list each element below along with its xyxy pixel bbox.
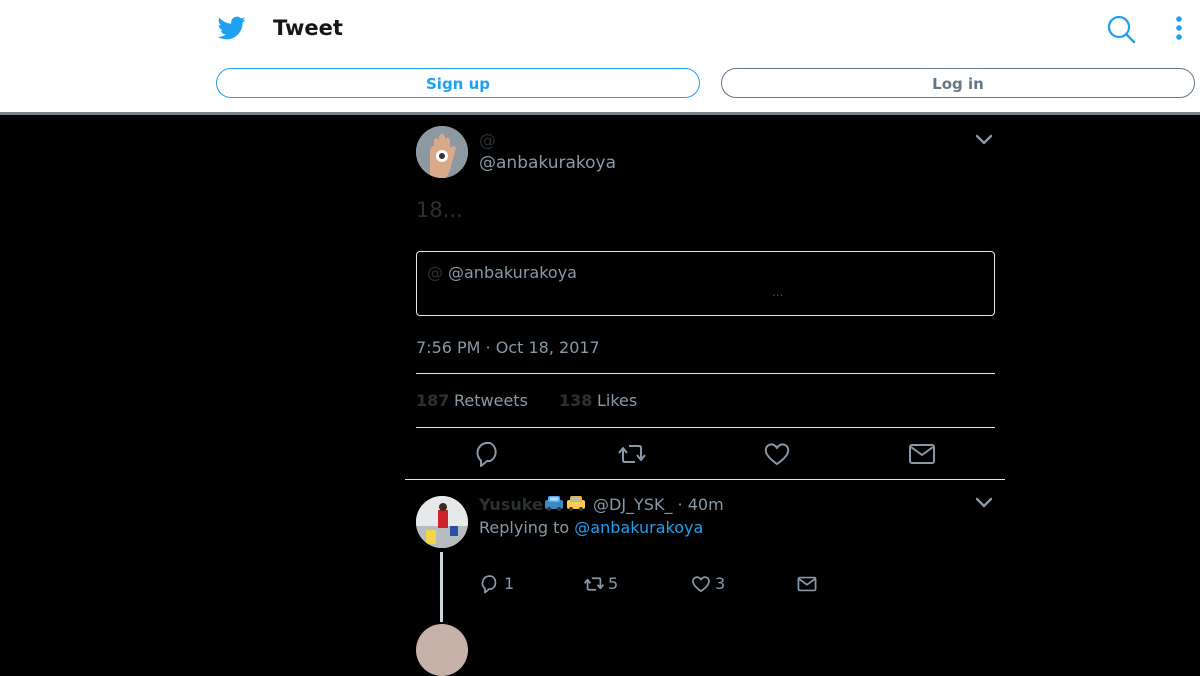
retweet-icon[interactable]: [618, 440, 646, 468]
reply-icon: [481, 574, 497, 593]
car-emoji-icon: [545, 496, 563, 511]
retweets-count[interactable]: 187: [416, 391, 449, 410]
heart-icon: [692, 575, 710, 592]
reply-author-name[interactable]: Yusuke: [479, 495, 543, 514]
sign-up-button[interactable]: Sign up: [216, 68, 700, 98]
reply-count: 1: [504, 574, 515, 593]
like-action[interactable]: 3: [691, 573, 725, 595]
heart-icon[interactable]: [763, 440, 791, 468]
replying-to-link[interactable]: @anbakurakoya: [574, 518, 703, 537]
divider: [416, 373, 995, 374]
avatar[interactable]: [416, 126, 468, 178]
replying-to: Replying to @anbakurakoya: [479, 518, 703, 537]
retweet-count: 5: [608, 574, 619, 593]
retweet-action[interactable]: 5: [584, 573, 618, 595]
more-options-icon[interactable]: [1170, 14, 1188, 44]
taxi-emoji-icon: [567, 496, 585, 511]
divider: [416, 427, 995, 428]
likes-count[interactable]: 138: [559, 391, 592, 410]
thread-line: [440, 552, 443, 622]
user-handle[interactable]: @anbakurakoya: [479, 153, 616, 173]
direct-message-icon[interactable]: [908, 440, 936, 468]
log-in-button[interactable]: Log in: [721, 68, 1195, 98]
top-bar: Tweet Sign up Log in: [0, 0, 1200, 115]
retweets-label[interactable]: Retweets: [454, 391, 528, 410]
reply-handle-time[interactable]: @DJ_YSK_ · 40m: [593, 495, 724, 514]
quoted-tweet-name: @: [427, 263, 443, 282]
page-title: Tweet: [273, 16, 343, 40]
reply-action[interactable]: 1: [480, 573, 514, 595]
like-count: 3: [715, 574, 726, 593]
display-name: @: [479, 131, 496, 151]
divider: [405, 479, 1005, 480]
chevron-down-icon[interactable]: [974, 130, 994, 150]
reply-icon[interactable]: [474, 440, 502, 468]
search-icon[interactable]: [1106, 14, 1136, 44]
avatar[interactable]: [416, 496, 468, 548]
twitter-bird-icon[interactable]: [218, 14, 246, 42]
likes-label[interactable]: Likes: [597, 391, 637, 410]
direct-message-icon: [797, 576, 817, 591]
retweet-icon: [584, 576, 604, 591]
replying-to-label: Replying to: [479, 518, 570, 537]
dm-action[interactable]: [797, 573, 817, 595]
quoted-tweet-text: ...: [772, 285, 784, 299]
chevron-down-icon[interactable]: [974, 493, 994, 513]
quoted-tweet[interactable]: [416, 251, 995, 316]
avatar[interactable]: [416, 624, 468, 676]
tweet-timestamp[interactable]: 7:56 PM · Oct 18, 2017: [416, 338, 600, 357]
tweet-text: 18...: [416, 198, 463, 222]
quoted-tweet-handle: @anbakurakoya: [448, 263, 577, 282]
